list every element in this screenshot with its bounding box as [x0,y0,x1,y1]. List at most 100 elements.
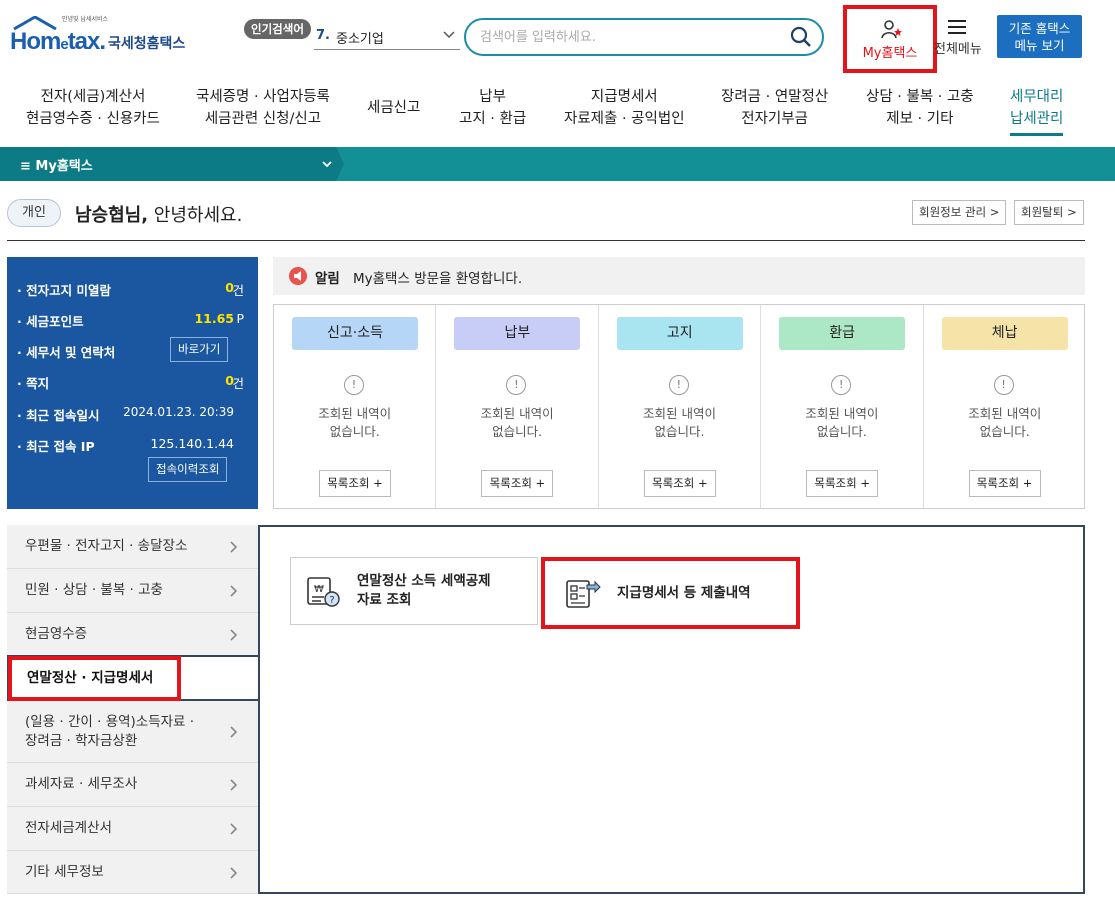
svg-text:₩: ₩ [314,584,324,595]
info-icon: ! [344,375,364,395]
side-menu: 우편물 · 전자고지 · 송달장소 민원 · 상담 · 불복 · 고충 현금영수… [7,525,259,894]
nav-incentive[interactable]: 장려금 · 연말정산 전자기부금 [721,86,828,130]
myhome-button[interactable]: My홈택스 [843,5,937,73]
empty-message: 조회된 내역이 없습니다. [318,406,392,439]
info-icon: ! [831,375,852,395]
nav-e-invoice[interactable]: 전자(세금)계산서 현금영수증 · 신용카드 [26,86,160,130]
all-menu-button[interactable]: 전체메뉴 [934,16,992,60]
tax-deduction-doc-icon: ₩ ? [307,577,340,607]
hamburger-icon [948,20,966,34]
chevron-right-icon [230,823,238,835]
empty-message: 조회된 내역이 없습니다. [805,406,879,439]
greeting-bar: 개인 남승협님, 안녕하세요. 회원정보 관리 > 회원탈퇴 > [7,197,1085,241]
list-view-button[interactable]: 목록조회 + [968,470,1041,497]
card-label: 연말정산 소득 세액공제 자료 조회 [357,573,491,608]
nav-payment[interactable]: 납부 고지 · 환급 [459,86,526,130]
old-menu-line1: 기존 홈택스 [1008,21,1071,36]
chevron-right-icon [230,779,238,791]
nav-payment-statement[interactable]: 지급명세서 자료제출 · 공익법인 [564,86,685,130]
category-refund: 환급 ! 조회된 내역이 없습니다. 목록조회 + [761,305,924,508]
empty-message: 조회된 내역이 없습니다. [643,406,716,439]
chevron-down-icon [443,31,455,39]
search-input[interactable] [480,26,780,48]
nav-tax-agent[interactable]: 세무대리 납세관리 [1010,86,1064,136]
popular-keyword: 중소기업 [336,32,384,47]
list-view-button[interactable]: 목록조회 + [643,470,716,497]
popular-search-badge: 인기검색어 [244,19,311,39]
popular-keyword-select[interactable]: 7. 중소기업 [314,24,460,50]
side-item-other-info[interactable]: 기타 세무정보 [7,851,259,894]
nav-consult[interactable]: 상담 · 불복 · 고충 제보 · 기타 [866,86,974,130]
category-header: 고지 [616,317,743,350]
logo-wordmark: Hometax. [10,28,106,55]
search-box [464,18,824,56]
nav-tax-return[interactable]: 세금신고 [367,97,420,119]
chevron-right-icon [230,726,238,738]
category-report-income: 신고·소득 ! 조회된 내역이 없습니다. 목록조회 + [274,305,437,508]
user-star-icon [881,20,902,39]
alert-message: My홈택스 방문을 환영합니다. [353,271,523,287]
user-type-badge: 개인 [7,199,61,227]
sub-navbar: ≡ My홈택스 [0,147,1115,181]
list-view-button[interactable]: 목록조회 + [481,470,554,497]
payment-statement-submission-card[interactable]: 지급명세서 등 제출내역 [541,557,800,629]
status-categories: 신고·소득 ! 조회된 내역이 없습니다. 목록조회 + 납부 ! 조회된 내역이… [273,304,1085,509]
last-ip-row: · 최근 접속 IP 125.140.1.44 [17,436,234,454]
access-history-button[interactable]: 접속이력조회 [148,457,228,482]
popular-rank: 7. [316,28,330,43]
breadcrumb-label: ≡ My홈택스 [20,159,93,174]
content-panel: ₩ ? 연말정산 소득 세액공제 자료 조회 지급명세서 등 제출내역 [258,525,1085,894]
chevron-right-icon [230,629,238,641]
empty-message: 조회된 내역이 없습니다. [968,406,1042,439]
side-item-tax-audit[interactable]: 과세자료 · 세무조사 [7,763,259,807]
member-info-button[interactable]: 회원정보 관리 > [912,200,1007,225]
alert-title: 알림 [315,271,340,287]
megaphone-icon [289,267,307,285]
info-icon: ! [506,375,527,395]
chevron-right-icon [230,867,238,879]
tax-points-row[interactable]: · 세금포인트 11.65 P [7,311,258,331]
old-hometax-menu-button[interactable]: 기존 홈택스 메뉴 보기 [997,15,1082,58]
side-item-income-data[interactable]: (일용 · 간이 · 용역)소득자료 · 장려금 · 학자금상환 [7,701,259,763]
alert-strip: 알림 My홈택스 방문을 환영합니다. [273,257,1085,295]
list-view-button[interactable]: 목록조회 + [319,470,391,497]
category-header: 납부 [454,317,581,350]
info-icon: ! [668,375,689,395]
messages-row[interactable]: · 쪽지 0 건 [7,373,258,393]
all-menu-label: 전체메뉴 [934,42,982,57]
chevron-right-icon [230,541,238,553]
highlight-box [8,656,181,701]
header: 안녕및 납세서비스 Hometax. 국세청홈택스 인기검색어 7. 중소기업 … [0,0,1115,78]
side-item-e-tax-invoice[interactable]: 전자세금계산서 [7,807,259,851]
year-end-deduction-lookup-card[interactable]: ₩ ? 연말정산 소득 세액공제 자료 조회 [290,557,538,625]
category-header: 신고·소득 [292,317,418,350]
svg-text:?: ? [329,595,334,606]
last-login-row: · 최근 접속일시 2024.01.23. 20:39 [17,405,234,423]
myhome-label: My홈택스 [862,46,918,61]
category-payment: 납부 ! 조회된 내역이 없습니다. 목록조회 + [436,305,599,508]
user-info-panel: · 전자고지 미열람 0 건 · 세금포인트 11.65 P · 세무서 및 연… [7,257,258,509]
empty-message: 조회된 내역이 없습니다. [480,406,554,439]
main-nav: 전자(세금)계산서 현금영수증 · 신용카드 국세증명 · 사업자등록 세금관련 신… [0,86,1115,142]
nav-certificates[interactable]: 국세증명 · 사업자등록 세금관련 신청/신고 [196,86,330,130]
side-item-cash-receipt[interactable]: 현금영수증 [7,613,259,657]
logo-agency-name: 국세청홈택스 [108,36,186,52]
logo-tagline: 안녕및 납세서비스 [62,16,109,23]
list-view-button[interactable]: 목록조회 + [806,470,879,497]
old-menu-line2: 메뉴 보기 [1014,38,1065,53]
side-item-mail[interactable]: 우편물 · 전자고지 · 송달장소 [7,525,259,569]
category-header: 체납 [941,317,1068,350]
category-notice: 고지 ! 조회된 내역이 없습니다. 목록조회 + [599,305,762,508]
active-underline [1010,133,1064,136]
withdraw-button[interactable]: 회원탈퇴 > [1014,200,1084,225]
unread-notice-row[interactable]: · 전자고지 미열람 0 건 [7,280,258,300]
tax-office-shortcut-button[interactable]: 바로가기 [170,337,229,362]
chevron-right-icon [230,585,238,597]
chevron-down-icon[interactable] [320,157,334,171]
search-icon[interactable] [790,26,812,48]
info-icon: ! [993,375,1014,395]
greeting-text: 남승협님, 안녕하세요. [75,205,243,226]
submission-doc-icon [566,580,601,608]
side-item-complaint[interactable]: 민원 · 상담 · 불복 · 고충 [7,569,259,613]
hometax-logo[interactable]: 안녕및 납세서비스 Hometax. 국세청홈택스 [10,14,195,58]
